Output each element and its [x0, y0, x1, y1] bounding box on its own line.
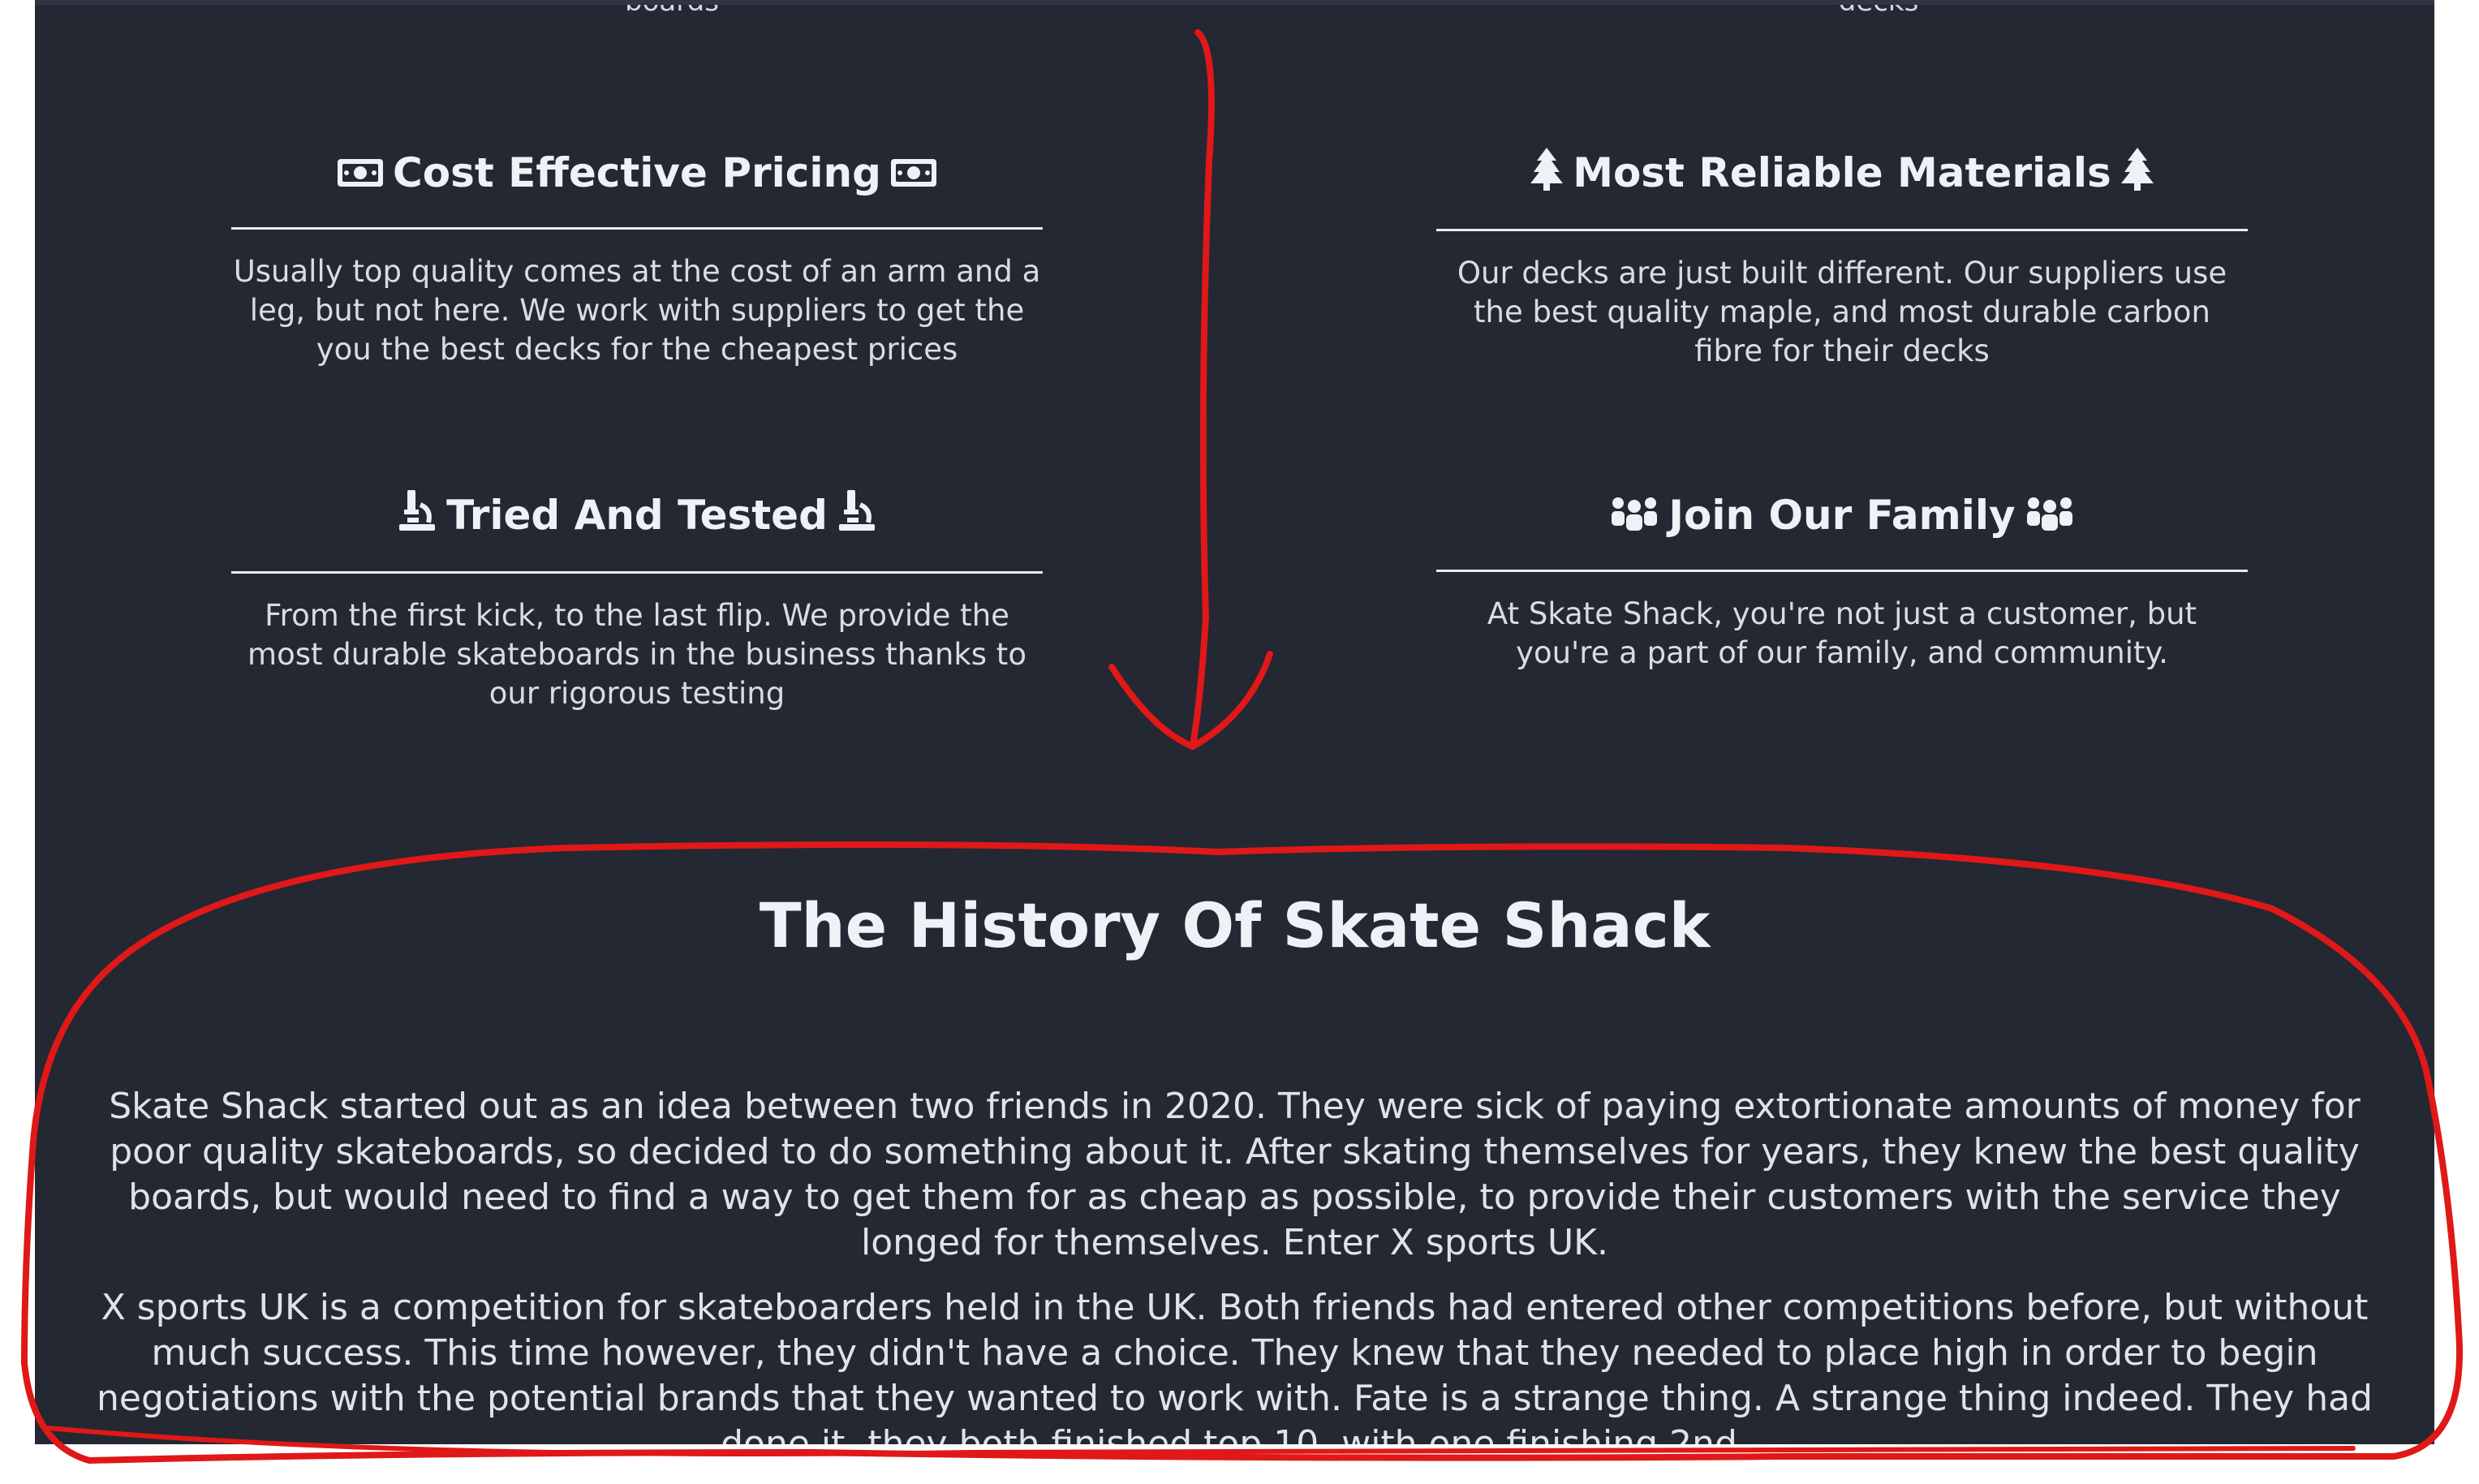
people-group-icon: [2024, 490, 2076, 547]
feature-tried-and-tested: Tried And Tested From the first kick, to…: [231, 487, 1043, 713]
feature-heading: Most Reliable Materials: [1436, 144, 2248, 206]
feature-heading: Cost Effective Pricing: [231, 144, 1043, 204]
tree-icon: [1529, 146, 1564, 206]
history-paragraph-2: X sports UK is a competition for skatebo…: [97, 1287, 2373, 1444]
tree-icon: [2120, 146, 2155, 206]
cutoff-text-left: boards: [625, 0, 719, 18]
microscope-icon: [836, 488, 878, 548]
microscope-icon: [396, 488, 438, 548]
feature-description: Usually top quality comes at the cost of…: [233, 253, 1041, 367]
feature-heading: Tried And Tested: [231, 487, 1043, 548]
history-paragraph-1: Skate Shack started out as an idea betwe…: [109, 1086, 2361, 1263]
feature-title: Tried And Tested: [446, 492, 828, 539]
feature-cost-effective-pricing: Cost Effective Pricing Usually top quali…: [231, 144, 1043, 369]
divider: [1436, 228, 2248, 231]
content-panel: boards decks Cost Effective Pricing Usua…: [35, 0, 2434, 1444]
cutoff-text-right: decks: [1838, 0, 1919, 18]
history-title: The History Of Skate Shack: [759, 889, 1711, 961]
feature-heading: Join Our Family: [1436, 487, 2248, 547]
feature-description: At Skate Shack, you're not just a custom…: [1487, 596, 2197, 670]
feature-title: Cost Effective Pricing: [393, 149, 881, 196]
divider: [1436, 569, 2248, 572]
feature-description: Our decks are just built different. Our …: [1457, 255, 2227, 368]
page: boards decks Cost Effective Pricing Usua…: [0, 0, 2479, 1484]
money-bill-icon: [336, 148, 385, 204]
people-group-icon: [1608, 490, 1660, 547]
divider: [231, 226, 1043, 230]
feature-title: Most Reliable Materials: [1573, 149, 2111, 196]
feature-most-reliable-materials: Most Reliable Materials Our decks are ju…: [1436, 144, 2248, 371]
divider: [231, 570, 1043, 574]
feature-title: Join Our Family: [1668, 492, 2016, 539]
feature-join-our-family: Join Our Family At Skate Shack, you're n…: [1436, 487, 2248, 673]
money-bill-icon: [889, 148, 938, 204]
feature-description: From the first kick, to the last flip. W…: [247, 597, 1026, 711]
